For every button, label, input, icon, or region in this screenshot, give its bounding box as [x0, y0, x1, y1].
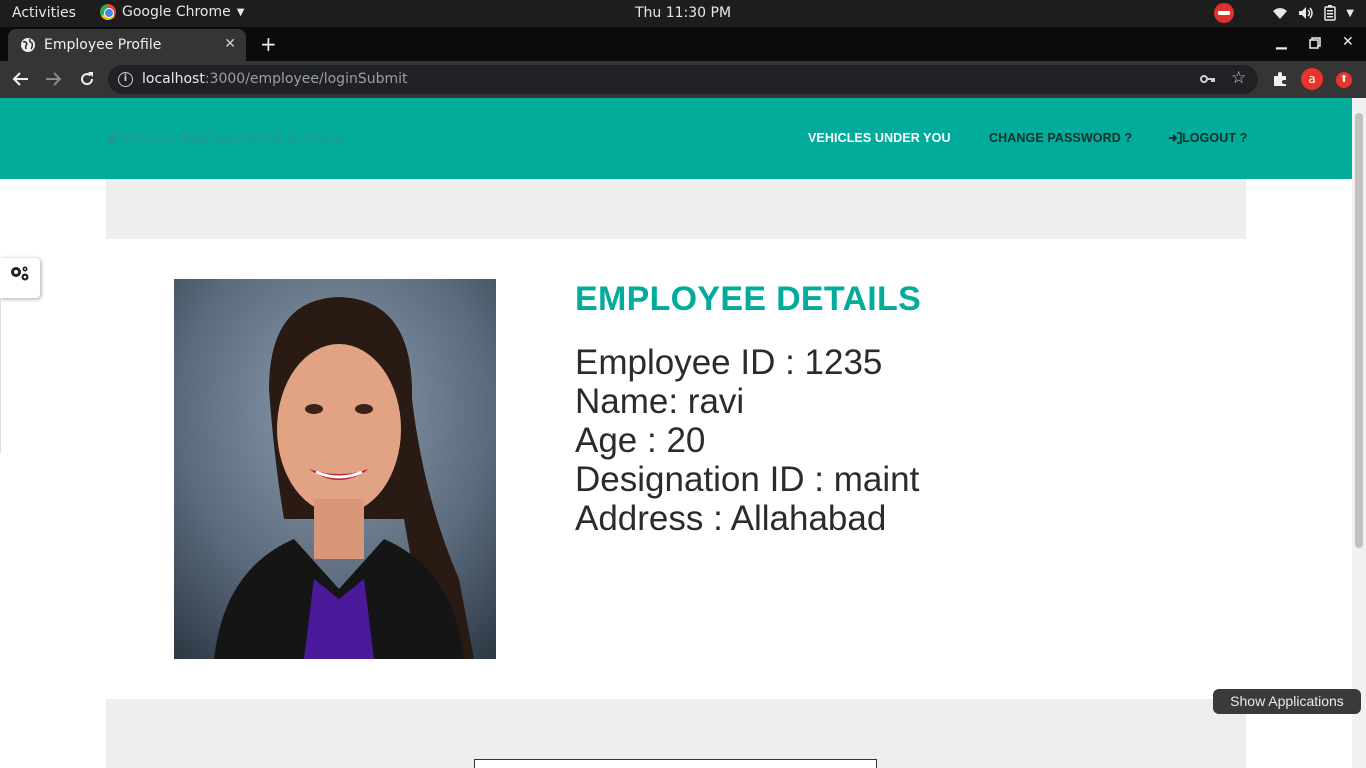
gears-icon	[11, 266, 29, 281]
profile-avatar[interactable]: a	[1301, 68, 1323, 90]
details-title: EMPLOYEE DETAILS	[575, 280, 922, 318]
browser-toolbar: i localhost:3000/employee/loginSubmit ☆ …	[0, 61, 1366, 98]
bottom-band	[106, 699, 1246, 768]
drop-logo-icon	[107, 131, 117, 144]
reload-icon[interactable]	[78, 70, 96, 88]
info-icon[interactable]: i	[118, 72, 133, 87]
new-tab-button[interactable]: +	[260, 32, 277, 56]
settings-widget[interactable]	[0, 258, 40, 298]
tab-title: Employee Profile	[44, 37, 162, 53]
site-navbar: Vehicle Management System VEHICLES UNDER…	[0, 98, 1352, 179]
battery-icon[interactable]	[1324, 5, 1337, 21]
key-icon[interactable]	[1200, 73, 1216, 85]
update-arrow-icon[interactable]: ⬆	[1336, 72, 1352, 88]
url-text[interactable]: localhost:3000/employee/loginSubmit	[142, 71, 408, 87]
os-top-bar: Activities Google Chrome ▼ Thu 11:30 PM …	[0, 0, 1366, 27]
close-tab-icon[interactable]: ✕	[224, 36, 236, 52]
employee-details: EMPLOYEE DETAILS Employee ID : 1235 Name…	[575, 280, 921, 538]
browser-tab[interactable]: Employee Profile ✕	[8, 29, 246, 61]
app-menu[interactable]: Google Chrome ▼	[100, 4, 244, 20]
employee-address: Address : Allahabad	[575, 499, 887, 538]
site-brand[interactable]: Vehicle Management System	[106, 128, 344, 148]
system-menu-icon[interactable]: ▼	[1346, 8, 1354, 19]
address-bar[interactable]: i localhost:3000/employee/loginSubmit ☆	[108, 65, 1258, 94]
nav-logout-link[interactable]: LOGOUT ?	[1169, 131, 1247, 145]
nav-change-password-link[interactable]: CHANGE PASSWORD ?	[989, 131, 1132, 145]
page-viewport: Vehicle Management System VEHICLES UNDER…	[0, 98, 1352, 768]
chevron-down-icon: ▼	[236, 6, 245, 18]
extensions-puzzle-icon[interactable]	[1271, 70, 1289, 88]
activities-button[interactable]: Activities	[12, 5, 76, 21]
sign-in-icon	[1169, 132, 1182, 144]
do-not-disturb-icon[interactable]	[1214, 3, 1235, 23]
volume-icon[interactable]	[1298, 6, 1314, 20]
back-icon[interactable]	[12, 71, 30, 87]
employee-designation: Designation ID : maint	[575, 460, 920, 499]
logout-label: LOGOUT ?	[1182, 131, 1248, 145]
close-window-icon[interactable]: ✕	[1342, 34, 1354, 50]
restore-icon[interactable]	[1309, 37, 1321, 49]
browser-tab-strip: Employee Profile ✕ + ▁ ✕	[0, 27, 1366, 61]
side-divider	[0, 298, 1, 453]
page-scrollbar[interactable]	[1352, 98, 1366, 768]
show-applications-tooltip: Show Applications	[1213, 689, 1361, 714]
chrome-logo-icon	[100, 4, 116, 20]
app-name: Google Chrome	[122, 4, 231, 20]
brand-text: Vehicle Management System	[119, 128, 345, 147]
nav-vehicles-link[interactable]: VEHICLES UNDER YOU	[808, 131, 951, 145]
top-band	[106, 179, 1246, 239]
clock[interactable]: Thu 11:30 PM	[635, 5, 731, 21]
wifi-icon[interactable]	[1272, 6, 1288, 20]
bookmark-star-icon[interactable]: ☆	[1231, 68, 1246, 88]
minimize-icon[interactable]: ▁	[1276, 34, 1287, 50]
employee-name: Name: ravi	[575, 382, 745, 421]
detail-list: Employee ID : 1235 Name: ravi Age : 20 D…	[575, 343, 921, 538]
bottom-panel	[474, 759, 877, 768]
employee-id: Employee ID : 1235	[575, 343, 883, 382]
globe-icon	[21, 38, 35, 52]
forward-icon[interactable]	[44, 71, 62, 87]
employee-age: Age : 20	[575, 421, 706, 460]
employee-photo	[174, 279, 496, 659]
scrollbar-thumb[interactable]	[1355, 113, 1363, 548]
